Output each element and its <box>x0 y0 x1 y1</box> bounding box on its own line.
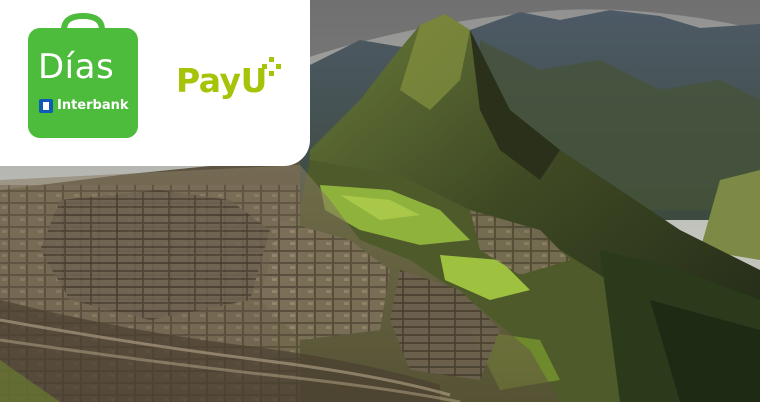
interbank-logo-text: Interbank <box>57 98 129 113</box>
dias-logo-text: Días <box>38 47 115 87</box>
promo-banner: Días Interbank PayU <box>0 0 760 402</box>
interbank-icon <box>39 99 53 113</box>
logo-card: Días Interbank PayU <box>0 0 310 166</box>
payu-logo-text: PayU <box>176 61 267 100</box>
payu-dots-icon <box>262 57 281 76</box>
